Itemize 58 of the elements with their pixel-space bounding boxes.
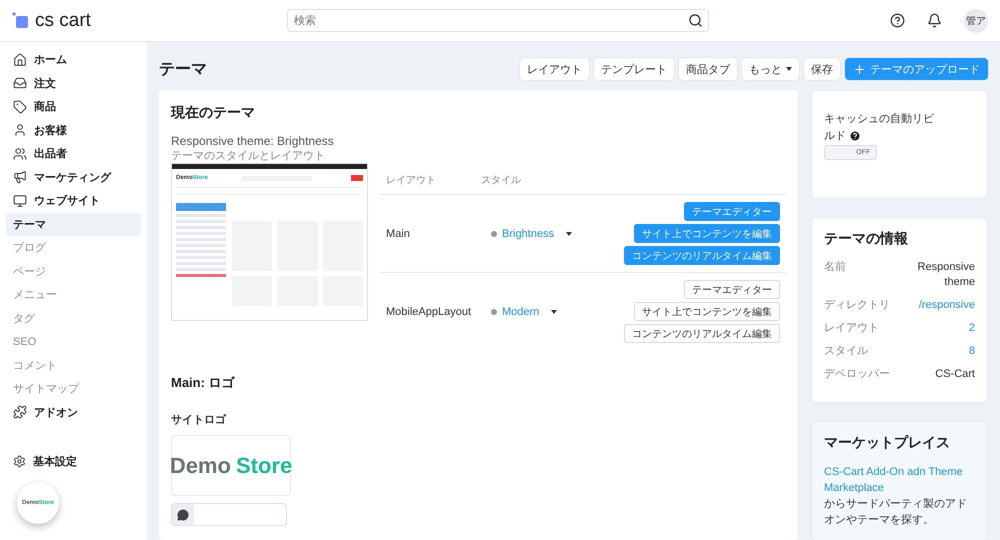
- theme-action-button[interactable]: コンテンツのリアルタイム編集: [624, 324, 780, 343]
- puzzle-icon: [13, 405, 27, 420]
- user-avatar[interactable]: 管ア: [964, 8, 988, 32]
- users-icon: [13, 146, 27, 161]
- plus-icon: [853, 62, 866, 76]
- page-title: テーマ: [159, 60, 207, 80]
- toolbar-button[interactable]: もっと: [742, 58, 799, 80]
- sidebar-item[interactable]: テーマ: [6, 212, 141, 236]
- column-header: スタイル: [481, 174, 522, 186]
- marketplace-text: CS-Cart Add-On adn Theme Marketplace からサードパーティ製のアドオンやテーマを探す。: [824, 464, 975, 528]
- sidebar-item[interactable]: アドオン: [6, 400, 141, 424]
- sidebar-item[interactable]: マーケティング: [6, 166, 141, 189]
- logo-icon: [12, 12, 29, 29]
- theme-action-button[interactable]: サイト上でコンテンツを編集: [634, 302, 780, 321]
- field-label: キャッシュの自動リビルド: [824, 112, 935, 144]
- site-logo: Demo Store: [171, 435, 291, 496]
- toolbar-button[interactable]: 保存: [804, 58, 840, 80]
- sidebar-item[interactable]: お客様: [6, 118, 141, 142]
- info-label: スタイル: [824, 344, 868, 359]
- logo-text: cs cart: [35, 10, 91, 32]
- tag-icon: [13, 100, 27, 114]
- theme-name: Responsive theme: Brightness: [171, 134, 335, 148]
- layout-name: MobileAppLayout: [386, 306, 472, 318]
- bell-icon[interactable]: [927, 13, 942, 28]
- search-field[interactable]: 検索: [287, 9, 709, 32]
- info-label: 名前: [824, 260, 846, 275]
- megaphone-icon: [13, 170, 27, 184]
- field-label: サイトロゴ: [171, 413, 228, 427]
- section-title: マーケットプレイス: [824, 434, 951, 452]
- sidebar-item[interactable]: 出品者: [6, 142, 141, 166]
- info-label: レイアウト: [824, 321, 879, 336]
- inbox-icon: [13, 76, 27, 90]
- sidebar-item[interactable]: ホーム: [6, 48, 141, 72]
- info-value: Responsive theme: [917, 260, 975, 290]
- sidebar-item[interactable]: 商品: [6, 95, 141, 118]
- info-label: ディレクトリ: [824, 298, 890, 313]
- toolbar-button[interactable]: テンプレート: [594, 58, 674, 80]
- settings-icon: [13, 455, 26, 468]
- info-label: デベロッパー: [824, 367, 890, 382]
- monitor-icon: [13, 194, 27, 208]
- sidebar-item[interactable]: 注文: [6, 72, 141, 95]
- theme-subtitle: テーマのスタイルとレイアウト: [171, 149, 326, 163]
- info-value: CS-Cart: [935, 367, 975, 382]
- theme-action-button[interactable]: テーマエディター: [684, 280, 780, 299]
- comment-icon: [177, 508, 189, 520]
- help-icon[interactable]: [890, 13, 905, 28]
- section-title: Main: ロゴ: [171, 374, 236, 392]
- user-icon: [13, 123, 27, 138]
- column-header: レイアウト: [386, 174, 437, 186]
- section-title: テーマの情報: [824, 230, 909, 248]
- search-icon[interactable]: [688, 13, 703, 28]
- sidebar-item[interactable]: 基本設定: [6, 450, 141, 474]
- toolbar-button[interactable]: レイアウト: [520, 58, 589, 80]
- layout-name: Main: [386, 228, 411, 240]
- home-icon: [13, 52, 27, 67]
- sidebar-item[interactable]: ウェブサイト: [6, 189, 141, 212]
- toolbar-button[interactable]: 商品タブ: [679, 58, 737, 80]
- section-title: 現在のテーマ: [171, 104, 256, 122]
